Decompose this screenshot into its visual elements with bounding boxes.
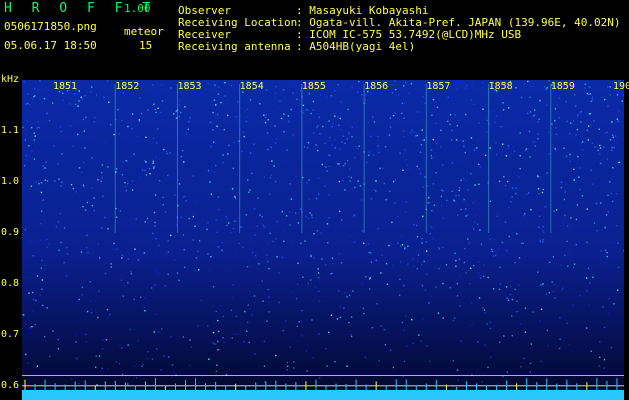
observer-label: Observer	[178, 4, 231, 17]
location-value: : Ogata-vill. Akita-Pref. JAPAN (139.96E…	[296, 16, 621, 29]
y-tick-label: 1.0	[1, 175, 20, 187]
spectrogram-background	[22, 80, 624, 396]
y-tick-label: 0.7	[1, 328, 20, 340]
y-tick-label: 1.1	[1, 124, 20, 136]
x-tick-label: 1853	[177, 81, 202, 92]
y-tick-label: 0.8	[1, 277, 20, 289]
app-version: 1.00	[124, 2, 151, 15]
x-tick-label: 1858	[488, 81, 513, 92]
x-tick-label: 1852	[115, 81, 140, 92]
receiver-value: : ICOM IC-575 53.7492(@LCD)MHz USB	[296, 28, 522, 41]
antenna-value: : A504HB(yagi 4el)	[296, 40, 416, 53]
capture-datetime: 05.06.17 18:50	[4, 39, 97, 52]
x-tick-label: 1856	[364, 81, 389, 92]
spectrogram	[22, 80, 624, 400]
x-tick-label: 1900	[613, 81, 629, 92]
observer-value: : Masayuki Kobayashi	[296, 4, 429, 17]
y-axis-unit: kHz	[1, 74, 20, 85]
spectrogram-plot	[22, 80, 624, 400]
meteor-count: 15	[139, 39, 153, 52]
y-tick-label: 0.9	[1, 226, 20, 238]
y-tick-label: 0.6	[1, 379, 20, 391]
meteor-label: meteor	[124, 25, 164, 38]
antenna-label: Receiving antenna	[178, 40, 291, 53]
file-name: 0506171850.png	[4, 20, 97, 33]
x-tick-label: 1854	[239, 81, 264, 92]
hrofft-window: { "app": { "title": "H R O F F T", "vers…	[0, 0, 629, 400]
x-tick-label: 1851	[53, 81, 78, 92]
location-label: Receiving Location	[178, 16, 298, 29]
x-tick-label: 1857	[426, 81, 451, 92]
signal-trace	[22, 390, 624, 400]
x-tick-label: 1859	[550, 81, 575, 92]
x-tick-label: 1855	[301, 81, 326, 92]
receiver-label: Receiver	[178, 28, 231, 41]
